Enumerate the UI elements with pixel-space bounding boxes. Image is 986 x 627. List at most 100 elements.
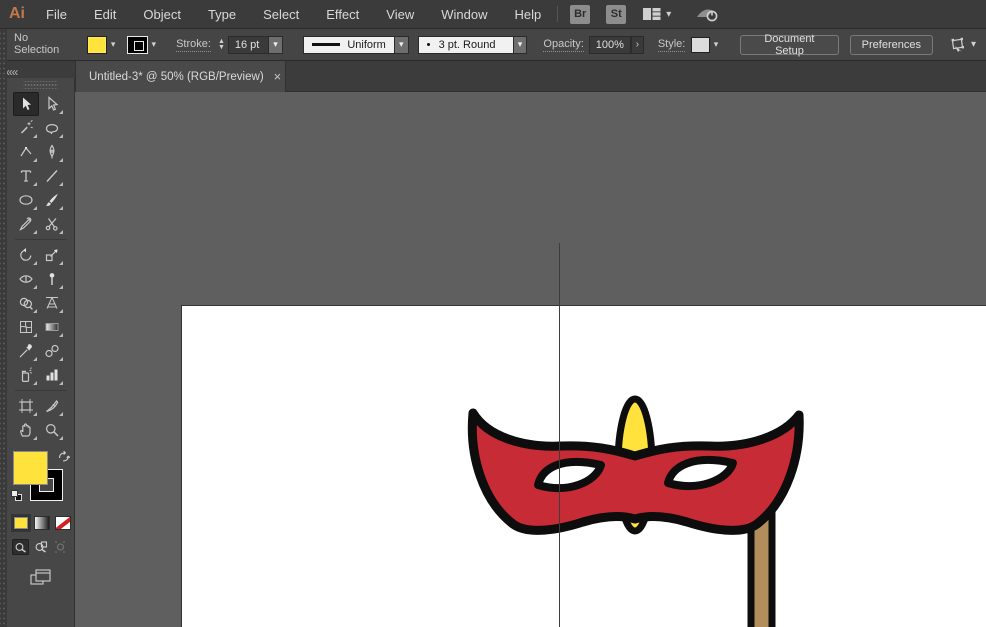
- preferences-workspace-button[interactable]: ▾: [949, 37, 976, 53]
- brush-definition-chevron[interactable]: ▾: [514, 36, 528, 54]
- line-segment-tool[interactable]: [39, 164, 65, 188]
- tool-group-separator: [13, 387, 69, 394]
- workspace-switcher-icon: [642, 6, 662, 22]
- eyedropper-tool[interactable]: [13, 339, 39, 363]
- tools-panel: [7, 78, 75, 627]
- swap-fill-stroke-icon[interactable]: [57, 450, 70, 468]
- chevron-down-icon: ▾: [971, 39, 976, 50]
- screen-mode-button[interactable]: [29, 567, 53, 592]
- mesh-tool[interactable]: [13, 315, 39, 339]
- app-menu-bar: Ai FileEditObjectTypeSelectEffectViewWin…: [0, 0, 986, 29]
- appbar-separator: [557, 6, 558, 22]
- gradient-tool[interactable]: [39, 315, 65, 339]
- draw-normal-button[interactable]: [12, 539, 29, 555]
- perspective-grid-tool[interactable]: [39, 291, 65, 315]
- artboard[interactable]: [181, 305, 986, 627]
- vertical-guide-line: [559, 243, 560, 627]
- lasso-tool[interactable]: [39, 116, 65, 140]
- stroke-weight-label[interactable]: Stroke:: [176, 38, 211, 52]
- symbol-sprayer-tool[interactable]: [13, 363, 39, 387]
- stroke-weight-dropdown[interactable]: ▾: [269, 36, 283, 54]
- width-tool[interactable]: [13, 267, 39, 291]
- opacity-more-button[interactable]: ›: [631, 36, 644, 54]
- blend-tool[interactable]: [39, 339, 65, 363]
- zoom-tool[interactable]: [39, 418, 65, 442]
- paintbrush-tool[interactable]: [39, 188, 65, 212]
- pasteboard[interactable]: [75, 92, 986, 627]
- control-bar: No Selection ▾ ▾ Stroke: ▲▼ 16 pt ▾ Unif…: [0, 29, 986, 61]
- artboard-tool[interactable]: [13, 394, 39, 418]
- fill-proxy-swatch[interactable]: [13, 451, 48, 485]
- stroke-color-swatch[interactable]: [127, 36, 147, 54]
- puppet-warp-tool[interactable]: [39, 267, 65, 291]
- drawing-mode-row: [12, 539, 74, 555]
- column-graph-tool[interactable]: [39, 363, 65, 387]
- curvature-tool[interactable]: [13, 140, 39, 164]
- scale-tool[interactable]: [39, 243, 65, 267]
- selection-status: No Selection: [14, 32, 71, 57]
- close-tab-icon[interactable]: ×: [274, 70, 282, 83]
- opacity-value[interactable]: 100%: [589, 36, 631, 54]
- menu-type[interactable]: Type: [208, 7, 236, 22]
- rotate-tool[interactable]: [13, 243, 39, 267]
- preferences-button[interactable]: Preferences: [850, 35, 933, 55]
- selection-tool[interactable]: [13, 92, 39, 116]
- color-mode-button[interactable]: [13, 516, 29, 530]
- menu-edit[interactable]: Edit: [94, 7, 116, 22]
- tools-panel-grip[interactable]: [23, 81, 58, 89]
- menu-help[interactable]: Help: [514, 7, 541, 22]
- stroke-weight-value[interactable]: 16 pt: [228, 36, 269, 54]
- ellipse-tool[interactable]: [13, 188, 39, 212]
- document-tab-bar: «« Untitled-3* @ 50% (RGB/Preview) ×: [0, 61, 986, 92]
- shape-builder-tool[interactable]: [13, 291, 39, 315]
- slice-tool[interactable]: [39, 394, 65, 418]
- collapse-dock-button[interactable]: ««: [6, 65, 17, 79]
- document-tab[interactable]: Untitled-3* @ 50% (RGB/Preview) ×: [75, 61, 286, 92]
- width-profile-value: Uniform: [347, 39, 386, 51]
- style-label[interactable]: Style:: [658, 38, 686, 52]
- gradient-mode-button[interactable]: [34, 516, 50, 530]
- chevron-down-icon: ▾: [666, 9, 671, 20]
- width-profile-dropdown[interactable]: Uniform: [303, 36, 395, 54]
- chevron-down-icon[interactable]: ▾: [152, 39, 157, 50]
- menu-view[interactable]: View: [386, 7, 414, 22]
- hand-tool[interactable]: [13, 418, 39, 442]
- opacity-label[interactable]: Opacity:: [543, 38, 583, 52]
- workspace-switcher[interactable]: ▾: [642, 6, 671, 22]
- fill-stroke-proxy: [7, 448, 75, 506]
- chevron-down-icon[interactable]: ▾: [111, 39, 116, 50]
- menu-bar: File Edit Object Type Select Effect View Window…: [46, 7, 541, 22]
- style-chevron[interactable]: ▾: [714, 39, 719, 50]
- type-tool[interactable]: [13, 164, 39, 188]
- menu-object[interactable]: Object: [143, 7, 181, 22]
- draw-behind-button[interactable]: [32, 539, 49, 555]
- draw-inside-button[interactable]: [52, 539, 69, 555]
- menu-file[interactable]: File: [46, 7, 67, 22]
- none-mode-button[interactable]: [55, 516, 71, 530]
- brush-definition-dropdown[interactable]: 3 pt. Round: [418, 36, 514, 54]
- brush-preview-dot: [427, 43, 430, 46]
- tool-group-separator: [13, 236, 69, 243]
- menu-window[interactable]: Window: [441, 7, 487, 22]
- default-fill-stroke-icon[interactable]: [11, 490, 25, 504]
- scissors-tool[interactable]: [39, 212, 65, 236]
- menu-select[interactable]: Select: [263, 7, 299, 22]
- bridge-button[interactable]: Br: [570, 5, 590, 24]
- stock-button[interactable]: St: [606, 5, 626, 24]
- magic-wand-tool[interactable]: [13, 116, 39, 140]
- transform-again-icon: [949, 37, 967, 53]
- document-tab-title: Untitled-3* @ 50% (RGB/Preview): [89, 71, 264, 83]
- graphic-style-swatch[interactable]: [691, 37, 709, 53]
- color-mode-row: [13, 516, 74, 530]
- tools-grid: [13, 92, 69, 442]
- document-setup-button[interactable]: Document Setup: [740, 35, 838, 55]
- direct-selection-tool[interactable]: [39, 92, 65, 116]
- pen-tool[interactable]: [39, 140, 65, 164]
- cs-live-button[interactable]: [695, 5, 721, 23]
- fill-color-swatch[interactable]: [87, 36, 107, 54]
- menu-effect[interactable]: Effect: [326, 7, 359, 22]
- stroke-weight-stepper[interactable]: ▲▼: [218, 39, 225, 51]
- width-profile-chevron[interactable]: ▾: [395, 36, 409, 54]
- panel-dock-edge[interactable]: [0, 29, 7, 627]
- pencil-tool[interactable]: [13, 212, 39, 236]
